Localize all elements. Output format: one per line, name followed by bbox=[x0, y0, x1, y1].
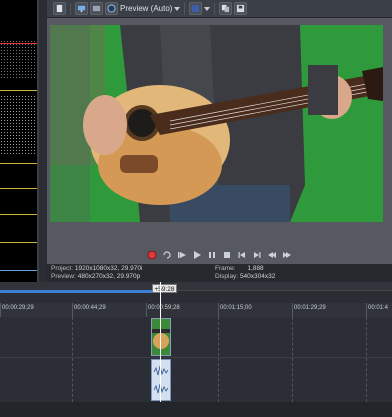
timecode-tick bbox=[218, 303, 219, 317]
preview-info: Preview: 480x270x32, 29.970p bbox=[51, 273, 140, 280]
monitor-icon[interactable] bbox=[75, 2, 88, 15]
timecode-tick bbox=[292, 303, 293, 317]
timecode-label: 00:01:15;00 bbox=[220, 305, 252, 311]
guitar-player-image bbox=[50, 25, 383, 222]
prev-frame-icon[interactable] bbox=[267, 250, 278, 261]
loop-icon[interactable] bbox=[162, 250, 173, 261]
loop-region-bar[interactable] bbox=[0, 290, 158, 293]
grid-icon[interactable] bbox=[189, 2, 203, 15]
doc-icon[interactable] bbox=[53, 2, 66, 15]
display-info: Display: 540x304x32 bbox=[215, 273, 275, 280]
grid-line bbox=[366, 317, 367, 402]
preview-toolbar: Preview (Auto) bbox=[47, 0, 392, 18]
audio-track[interactable] bbox=[0, 358, 392, 403]
next-marker-icon[interactable] bbox=[252, 250, 263, 261]
frame-value: 1,888 bbox=[247, 265, 264, 272]
preview-value: 480x270x32, 29.970p bbox=[77, 273, 141, 280]
video-frame[interactable] bbox=[50, 25, 383, 222]
project-info: Project: 1920x1080x32, 29.970i bbox=[51, 265, 142, 272]
preview-info-panel: Project: 1920x1080x32, 29.970i Preview: … bbox=[47, 264, 392, 282]
scope-line-yellow bbox=[0, 90, 37, 91]
frame-label: Frame: bbox=[215, 265, 236, 272]
scope-line-yellow bbox=[0, 242, 37, 243]
grid-line bbox=[218, 317, 219, 402]
play-from-start-icon[interactable] bbox=[177, 250, 188, 261]
scope-line-yellow bbox=[0, 163, 37, 164]
grid-line bbox=[72, 317, 73, 402]
chevron-down-icon[interactable] bbox=[204, 6, 211, 11]
scope-line-yellow bbox=[0, 214, 37, 215]
clip-thumbnail bbox=[152, 319, 170, 355]
audio-clip[interactable] bbox=[151, 359, 171, 401]
preview-quality-dropdown[interactable]: Preview (Auto) bbox=[120, 4, 181, 13]
timecode-label: 00:01:29;29 bbox=[294, 305, 326, 311]
scope-noise bbox=[0, 40, 37, 80]
display-mode-icon[interactable] bbox=[90, 2, 103, 15]
scope-line-blue bbox=[0, 270, 37, 271]
scope-line-red bbox=[0, 43, 37, 44]
toolbar-separator bbox=[214, 2, 216, 15]
preview-label: Preview: bbox=[51, 273, 76, 280]
scope-line-yellow bbox=[0, 188, 37, 189]
video-track[interactable] bbox=[0, 317, 392, 358]
prev-marker-icon[interactable] bbox=[237, 250, 248, 261]
frame-info: Frame: 1,888 bbox=[215, 265, 264, 272]
copy-icon[interactable] bbox=[219, 2, 233, 15]
timecode-label: 00:00:29;29 bbox=[2, 305, 34, 311]
next-frame-icon[interactable] bbox=[282, 250, 293, 261]
timecode-ruler[interactable]: 00:00:29;29 00:00:44;29 00:00:59;28 00:0… bbox=[0, 303, 392, 318]
playhead[interactable] bbox=[160, 282, 161, 402]
stop-icon[interactable] bbox=[222, 250, 233, 261]
timecode-tick bbox=[0, 303, 1, 317]
play-icon[interactable] bbox=[192, 250, 203, 261]
display-value: 540x304x32 bbox=[239, 273, 276, 280]
timecode-label: 00:01:4 bbox=[368, 305, 389, 311]
timecode-label: 00:00:59;28 bbox=[148, 305, 180, 311]
record-icon[interactable] bbox=[147, 250, 158, 261]
pause-icon[interactable] bbox=[207, 250, 218, 261]
video-clip[interactable] bbox=[151, 318, 171, 356]
grid-line bbox=[292, 317, 293, 402]
toolbar-separator bbox=[70, 2, 71, 15]
save-icon[interactable] bbox=[234, 2, 248, 15]
video-scope-panel bbox=[0, 0, 39, 282]
toolbar-separator bbox=[184, 2, 186, 15]
transport-controls bbox=[47, 246, 392, 264]
timecode-tick bbox=[366, 303, 367, 317]
cursor-time-marker[interactable]: +59:28 bbox=[152, 284, 177, 293]
timecode-tick bbox=[146, 303, 147, 317]
timecode-tick bbox=[72, 303, 73, 317]
timecode-label: 00:00:44;29 bbox=[74, 305, 106, 311]
display-label: Display: bbox=[215, 273, 239, 280]
timeline-footer bbox=[0, 402, 392, 417]
preview-quality-label: Preview (Auto) bbox=[120, 4, 173, 13]
audio-waveform bbox=[152, 360, 170, 400]
chevron-down-icon bbox=[174, 6, 181, 11]
preview-quality-icon[interactable] bbox=[105, 2, 118, 15]
project-label: Project: bbox=[51, 265, 74, 272]
project-value: 1920x1080x32, 29.970i bbox=[74, 265, 143, 272]
scope-waveform bbox=[0, 95, 37, 155]
